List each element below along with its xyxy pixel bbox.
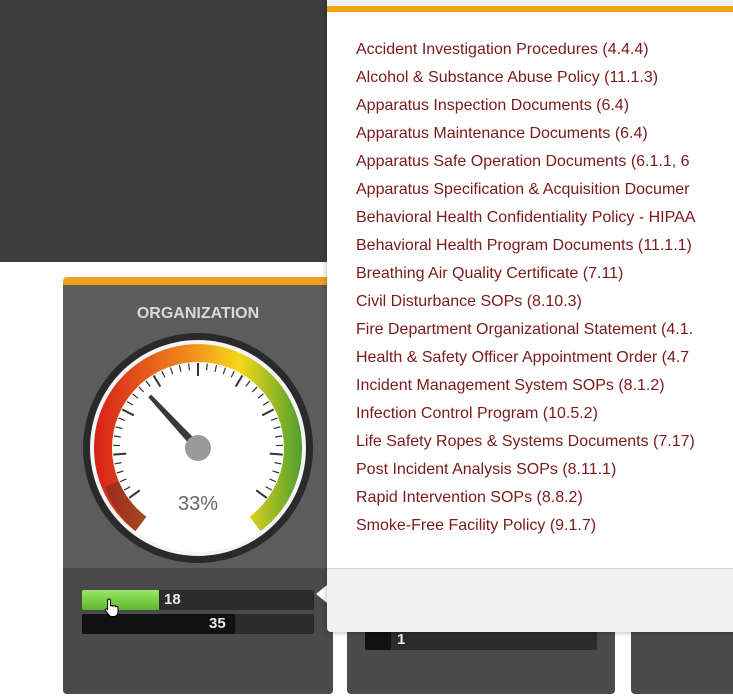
document-link[interactable]: Smoke-Free Facility Policy (9.1.7) — [356, 517, 733, 545]
gauge-percent-label: 33% — [178, 493, 218, 515]
document-link[interactable]: Health & Safety Officer Appointment Orde… — [356, 349, 733, 377]
document-link[interactable]: Alcohol & Substance Abuse Policy (11.1.3… — [356, 69, 733, 97]
gauge-tick — [269, 452, 283, 456]
document-link[interactable]: Accident Investigation Procedures (4.4.4… — [356, 41, 733, 69]
gauge-tick — [205, 363, 208, 371]
gauge-tick — [113, 452, 127, 456]
gauge-tick — [188, 363, 191, 371]
document-link[interactable]: Life Safety Ropes & Systems Documents (7… — [356, 433, 733, 461]
document-link[interactable]: Fire Department Organizational Statement… — [356, 321, 733, 349]
document-link[interactable]: Apparatus Safe Operation Documents (6.1.… — [356, 153, 733, 181]
document-link[interactable]: Apparatus Maintenance Documents (6.4) — [356, 125, 733, 153]
documents-popup: Accident Investigation Procedures (4.4.4… — [327, 0, 733, 632]
hand-cursor-icon — [104, 598, 119, 617]
organization-card-title: ORGANIZATION — [136, 305, 260, 322]
total-count: 35 — [209, 615, 226, 632]
completed-progress-fill — [82, 590, 159, 610]
document-link[interactable]: Incident Management System SOPs (8.1.2) — [356, 377, 733, 405]
document-link[interactable]: Post Incident Analysis SOPs (8.11.1) — [356, 461, 733, 489]
document-link[interactable]: Rapid Intervention SOPs (8.8.2) — [356, 489, 733, 517]
document-list: Accident Investigation Procedures (4.4.4… — [356, 41, 733, 545]
popup-body: Accident Investigation Procedures (4.4.4… — [327, 12, 733, 569]
completed-count: 18 — [164, 591, 181, 608]
adjacent-progress-fill — [365, 630, 391, 650]
document-link[interactable]: Infection Control Program (10.5.2) — [356, 405, 733, 433]
organization-card: ORGANIZATION 33% 18 35 — [63, 277, 333, 694]
gauge-hub — [185, 435, 211, 461]
document-link[interactable]: Apparatus Inspection Documents (6.4) — [356, 97, 733, 125]
compliance-gauge: 33% — [83, 333, 313, 563]
document-link[interactable]: Civil Disturbance SOPs (8.10.3) — [356, 293, 733, 321]
adjacent-progress-bar[interactable]: 1 — [365, 630, 597, 650]
popup-pointer — [316, 585, 327, 603]
document-link[interactable]: Behavioral Health Program Documents (11.… — [356, 237, 733, 265]
document-link[interactable]: Breathing Air Quality Certificate (7.11) — [356, 265, 733, 293]
document-link[interactable]: Behavioral Health Confidentiality Policy… — [356, 209, 733, 237]
document-link[interactable]: Apparatus Specification & Acquisition Do… — [356, 181, 733, 209]
adjacent-count: 1 — [397, 631, 406, 648]
